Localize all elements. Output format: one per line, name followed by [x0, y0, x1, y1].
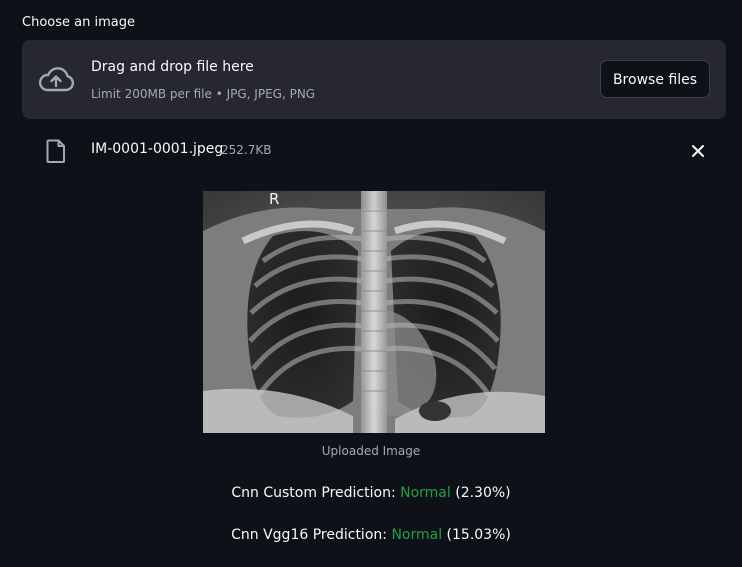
close-icon[interactable]	[688, 141, 708, 161]
prediction-confidence: (15.03%)	[442, 527, 511, 543]
prediction-result: Normal	[400, 485, 451, 501]
cloud-upload-icon	[38, 67, 75, 92]
prediction-label: Cnn Custom Prediction:	[231, 485, 401, 501]
image-caption: Uploaded Image	[321, 444, 421, 458]
chest-xray-graphic: R	[203, 191, 545, 433]
custom-prediction-line: Cnn Custom Prediction: Normal (2.30%)	[0, 485, 742, 501]
dropzone-title: Drag and drop file here	[91, 59, 254, 75]
vgg16-prediction-line: Cnn Vgg16 Prediction: Normal (15.03%)	[0, 527, 742, 543]
xray-side-marker: R	[269, 191, 279, 208]
file-icon	[46, 139, 65, 163]
app-root: Choose an image Drag and drop file here …	[0, 0, 742, 567]
dropzone-limit-text: Limit 200MB per file • JPG, JPEG, PNG	[91, 87, 316, 101]
file-size: 252.7KB	[221, 143, 272, 157]
prediction-label: Cnn Vgg16 Prediction:	[231, 527, 392, 543]
file-dropzone[interactable]: Drag and drop file here Limit 200MB per …	[22, 40, 726, 119]
prediction-result: Normal	[391, 527, 443, 543]
uploaded-xray-image: R	[203, 191, 545, 433]
uploaded-file-row: IM-0001-0001.jpeg 252.7KB	[22, 132, 726, 170]
file-name: IM-0001-0001.jpeg	[91, 141, 224, 157]
uploader-label: Choose an image	[22, 15, 135, 30]
prediction-confidence: (2.30%)	[450, 485, 511, 501]
browse-files-button[interactable]: Browse files	[599, 60, 710, 98]
